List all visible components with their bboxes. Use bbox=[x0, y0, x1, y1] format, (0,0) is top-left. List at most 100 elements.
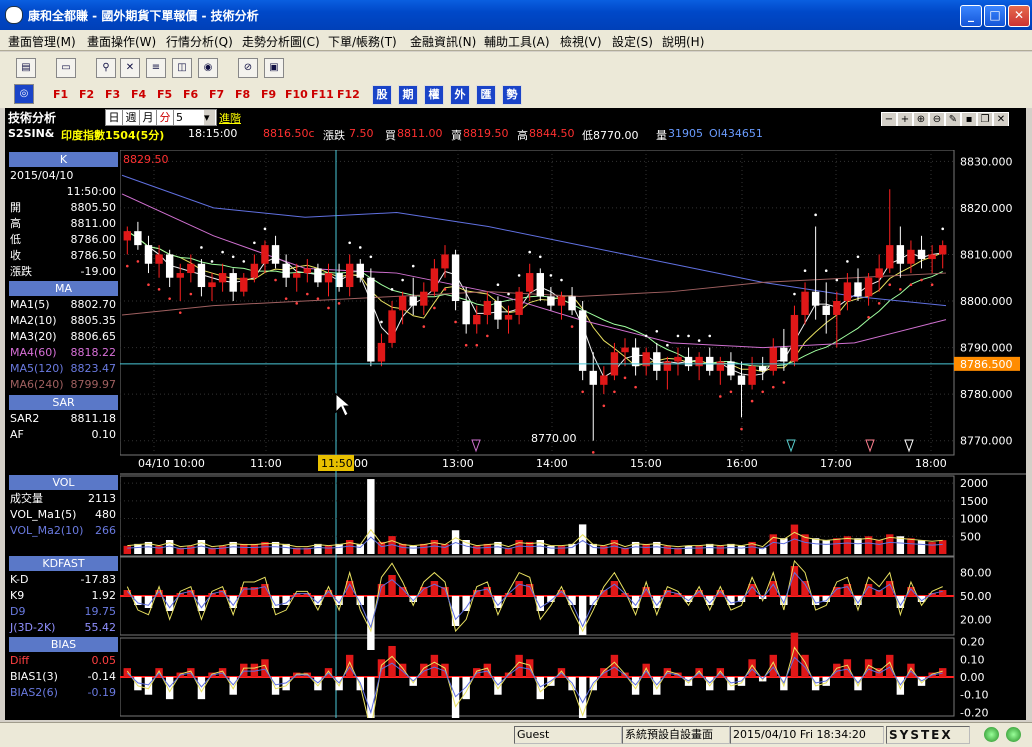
quick-options-button[interactable]: 權 bbox=[424, 85, 444, 105]
quick-futures-button[interactable]: 期 bbox=[398, 85, 418, 105]
candle-body bbox=[854, 282, 862, 297]
quick-fx-button[interactable]: 匯 bbox=[476, 85, 496, 105]
volume-bar bbox=[123, 545, 132, 554]
vol-value: 266 bbox=[95, 524, 116, 537]
close-window-icon[interactable]: ✕ bbox=[120, 58, 140, 78]
period-minute-tab[interactable]: 分 bbox=[156, 109, 174, 126]
sar-dot bbox=[327, 306, 330, 310]
fkey-button[interactable]: F7 bbox=[209, 88, 224, 101]
menu-finance-info[interactable]: 金融資訊(N) bbox=[410, 33, 476, 50]
sar-dot bbox=[697, 339, 701, 342]
candle-body bbox=[515, 291, 523, 315]
menu-help[interactable]: 說明(H) bbox=[662, 33, 704, 50]
candle-body bbox=[261, 245, 269, 264]
close-button[interactable]: ✕ bbox=[1008, 5, 1030, 27]
kd-value: 19.75 bbox=[84, 605, 117, 618]
fkey-button[interactable]: F1 bbox=[53, 88, 68, 101]
sar-section-header: SAR bbox=[9, 395, 118, 410]
k-date-value: 2015/04/10 bbox=[10, 169, 74, 182]
fkey-button[interactable]: F3 bbox=[105, 88, 120, 101]
bias-tick-label: 0.10 bbox=[960, 653, 985, 666]
volume-bar bbox=[875, 540, 883, 554]
bias-bar bbox=[706, 677, 714, 691]
ma-value: 8823.47 bbox=[70, 362, 117, 375]
menu-view[interactable]: 檢視(V) bbox=[560, 33, 602, 50]
minimize-button[interactable]: _ bbox=[960, 5, 982, 27]
sar-dot bbox=[877, 302, 881, 305]
menu-trend-chart[interactable]: 走勢分析圖(C) bbox=[242, 33, 320, 50]
period-week-tab[interactable]: 週 bbox=[122, 109, 140, 126]
ma-row: MA2(10) 8805.35 bbox=[9, 313, 118, 329]
vol-section-header: VOL bbox=[9, 475, 118, 490]
candle-body bbox=[420, 291, 428, 306]
candle-body bbox=[388, 310, 396, 343]
candle-body bbox=[165, 254, 174, 278]
toolbar-fkeys: ◎ F1 F2 F3 F4 F5 F6 F7 F8 F9 F10 F11 F12… bbox=[0, 82, 1032, 108]
screen-icon[interactable]: ▣ bbox=[264, 58, 284, 78]
fkey-button[interactable]: F10 bbox=[285, 88, 308, 101]
bias-label: BIAS1(3) bbox=[10, 670, 58, 683]
fkey-button[interactable]: F9 bbox=[261, 88, 276, 101]
volume-bar bbox=[335, 543, 343, 554]
bias-bar bbox=[229, 677, 237, 695]
quick-foreign-button[interactable]: 外 bbox=[450, 85, 470, 105]
monitor-icon[interactable]: ▭ bbox=[56, 58, 76, 78]
fkey-button[interactable]: F6 bbox=[183, 88, 198, 101]
interval-select[interactable]: 5 ▾ bbox=[173, 109, 217, 126]
layout-icon[interactable]: ▤ bbox=[16, 58, 36, 78]
period-day-tab[interactable]: 日 bbox=[105, 109, 123, 126]
y-tick-label: 8820.000 bbox=[960, 202, 1013, 215]
period-month-tab[interactable]: 月 bbox=[139, 109, 157, 126]
status-bar: Guest 系統預設自設畫面 2015/04/10 Fri 18:34:20 S… bbox=[0, 722, 1032, 747]
list-icon[interactable]: ≡ bbox=[146, 58, 166, 78]
fkey-button[interactable]: F5 bbox=[157, 88, 172, 101]
menu-order-account[interactable]: 下單/帳務(T) bbox=[328, 33, 397, 50]
fkey-button[interactable]: F12 bbox=[337, 88, 360, 101]
volume-bar bbox=[716, 545, 725, 554]
menu-window-operate[interactable]: 畫面操作(W) bbox=[87, 33, 156, 50]
search-icon[interactable]: ⚲ bbox=[96, 58, 116, 78]
maximize-button[interactable]: □ bbox=[984, 5, 1006, 27]
title-bar[interactable]: 康和全都賺 - 國外期貨下單報價 - 技術分析 _ □ ✕ bbox=[0, 0, 1032, 30]
x-tick-label: 17:00 bbox=[820, 457, 852, 470]
fkey-button[interactable]: F2 bbox=[79, 88, 94, 101]
grid-icon[interactable]: ◫ bbox=[172, 58, 192, 78]
kd-label: K-D bbox=[10, 573, 29, 586]
candle-body bbox=[886, 245, 894, 269]
menu-market-analysis[interactable]: 行情分析(Q) bbox=[166, 33, 233, 50]
menu-settings[interactable]: 設定(S) bbox=[612, 33, 653, 50]
k-close-row: 收 8786.50 bbox=[9, 248, 118, 264]
candle-body bbox=[293, 273, 301, 278]
quick-stock-button[interactable]: 股 bbox=[372, 85, 392, 105]
volume-tick-label: 2000 bbox=[960, 477, 988, 490]
candle-body bbox=[409, 296, 417, 306]
sar-dot bbox=[591, 451, 595, 454]
globe-icon[interactable]: ◉ bbox=[198, 58, 218, 78]
candle-body bbox=[589, 370, 597, 385]
sar-dot bbox=[782, 381, 786, 384]
sar-dot bbox=[422, 325, 426, 328]
bias-value: -0.14 bbox=[87, 670, 116, 683]
home-icon[interactable]: ◎ bbox=[14, 84, 34, 104]
sar-dot bbox=[771, 385, 775, 389]
kd-bar bbox=[430, 581, 439, 596]
volume-bar bbox=[441, 543, 449, 554]
sar-dot bbox=[570, 325, 574, 328]
kd-bar bbox=[578, 596, 587, 635]
fkey-button[interactable]: F8 bbox=[235, 88, 250, 101]
candle-body bbox=[250, 263, 259, 278]
interval-value: 5 bbox=[176, 111, 183, 124]
chart-area[interactable]: 8830.000 8820.000 8810.000 8800.000 8790.000… bbox=[120, 150, 1026, 718]
candle-body bbox=[187, 263, 195, 274]
quick-trend-button[interactable]: 勢 bbox=[502, 85, 522, 105]
kd-value: -17.83 bbox=[80, 573, 116, 586]
advanced-link[interactable]: 進階 bbox=[219, 110, 241, 126]
bias-bar bbox=[653, 677, 661, 695]
menu-window-manage[interactable]: 畫面管理(M) bbox=[8, 33, 76, 50]
link-icon[interactable]: ⊘ bbox=[238, 58, 258, 78]
candle-body bbox=[483, 301, 492, 315]
fkey-button[interactable]: F11 bbox=[311, 88, 334, 101]
menu-tools[interactable]: 輔助工具(A) bbox=[484, 33, 550, 50]
fkey-button[interactable]: F4 bbox=[131, 88, 146, 101]
chart-title: 技術分析 bbox=[8, 111, 57, 125]
